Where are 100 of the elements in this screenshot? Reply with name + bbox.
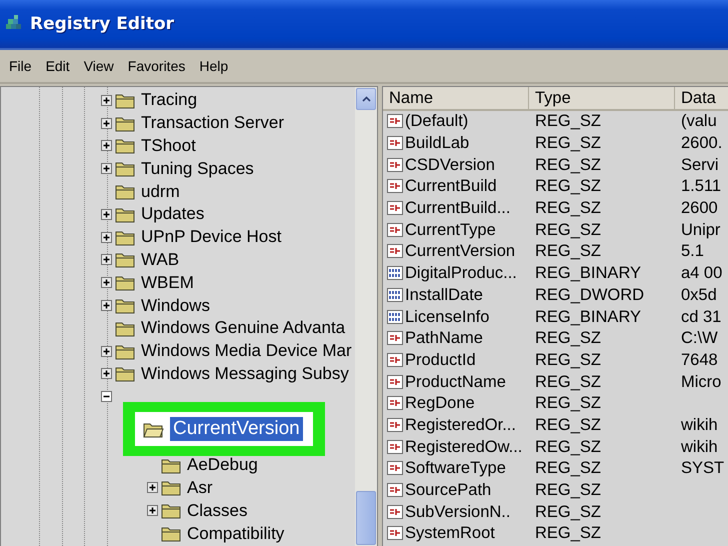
expand-icon[interactable] — [101, 300, 112, 312]
value-name[interactable]: CurrentBuild... — [405, 199, 510, 218]
tree-item[interactable]: WBEM — [140, 272, 195, 293]
tree-item[interactable]: Transaction Server — [140, 113, 285, 134]
string-value-icon — [386, 525, 404, 542]
value-name[interactable]: PathName — [405, 329, 483, 348]
value-name[interactable]: SoftwareType — [405, 459, 506, 478]
string-value-icon — [386, 352, 404, 369]
menu-item[interactable]: View — [76, 55, 121, 77]
value-type: REG_SZ — [535, 242, 602, 262]
expand-icon[interactable] — [101, 118, 112, 129]
value-type: REG_SZ — [535, 394, 602, 414]
string-value-icon — [386, 200, 404, 218]
expand-icon[interactable] — [101, 277, 112, 288]
menu-item[interactable]: Help — [192, 55, 236, 77]
column-header[interactable]: Name — [383, 87, 529, 111]
expand-icon[interactable] — [101, 140, 112, 152]
value-type: REG_SZ — [535, 156, 602, 175]
binary-value-icon — [386, 286, 404, 304]
menu-item[interactable]: Edit — [38, 55, 77, 77]
value-name[interactable]: (Default) — [405, 112, 468, 132]
expand-icon[interactable] — [101, 232, 112, 243]
value-type: REG_SZ — [535, 177, 602, 196]
tree-item[interactable]: Windows Messaging Subsy — [140, 364, 350, 384]
value-name[interactable]: ProductName — [405, 372, 506, 392]
value-type: REG_SZ — [535, 524, 602, 544]
value-name[interactable]: SourcePath — [405, 481, 492, 500]
value-name[interactable]: SystemRoot — [405, 524, 495, 544]
tree-item[interactable]: Asr — [186, 478, 214, 498]
tree-item[interactable]: Windows — [140, 296, 211, 316]
value-name[interactable]: RegDone — [405, 394, 475, 414]
value-name[interactable]: BuildLab — [405, 134, 470, 154]
tree-item[interactable]: TShoot — [140, 136, 197, 156]
expand-icon[interactable] — [101, 163, 112, 174]
folder-icon — [115, 274, 136, 292]
value-data: 7648 — [681, 350, 718, 370]
scroll-thumb[interactable] — [356, 491, 376, 545]
tree-item[interactable]: Tracing — [140, 90, 198, 110]
tree-item[interactable]: Tuning Spaces — [140, 158, 255, 179]
value-data: cd 31 — [681, 308, 722, 327]
column-header[interactable]: Type — [529, 87, 675, 111]
expand-icon[interactable] — [101, 346, 112, 357]
expand-icon[interactable] — [147, 505, 158, 516]
tree-item[interactable]: Windows Media Device Mar — [140, 341, 353, 362]
value-name[interactable]: SubVersionN.. — [405, 502, 510, 522]
expand-icon[interactable] — [101, 254, 112, 266]
folder-icon — [161, 502, 182, 520]
value-data: 2600 — [681, 199, 718, 218]
value-name[interactable]: CurrentBuild — [405, 177, 497, 196]
folder-icon — [115, 297, 136, 314]
tree-item[interactable]: WAB — [140, 250, 180, 270]
value-name[interactable]: CSDVersion — [405, 156, 495, 175]
expand-icon[interactable] — [147, 482, 158, 494]
value-type: REG_SZ — [535, 134, 602, 154]
expand-icon[interactable] — [101, 208, 112, 220]
tree-item[interactable]: Updates — [140, 204, 206, 224]
scroll-bar[interactable] — [355, 87, 377, 546]
binary-value-icon — [386, 308, 404, 326]
value-type: REG_SZ — [535, 502, 602, 522]
collapse-icon[interactable] — [101, 391, 112, 402]
string-value-icon — [386, 504, 404, 521]
value-data: 1.511 — [681, 177, 722, 196]
value-name[interactable]: DigitalProduc... — [405, 264, 517, 284]
value-name[interactable]: RegisteredOr... — [405, 416, 516, 435]
folder-icon — [115, 183, 136, 200]
folder-icon — [115, 365, 136, 382]
tree-item[interactable]: CurrentVersion — [170, 417, 303, 442]
folder-icon — [143, 420, 164, 438]
caret-icon — [362, 96, 370, 102]
value-type: REG_SZ — [535, 112, 602, 132]
folder-icon — [161, 525, 182, 542]
column-header[interactable]: Data — [675, 87, 728, 111]
folder-icon — [161, 479, 182, 496]
tree-item[interactable]: AeDebug — [186, 455, 259, 476]
tree-item[interactable]: Classes — [186, 500, 248, 521]
scroll-up-button[interactable] — [356, 88, 376, 110]
string-value-icon — [386, 395, 404, 412]
string-value-icon — [386, 374, 404, 391]
window-title: Registry Editor — [30, 14, 174, 34]
value-name[interactable]: RegisteredOw... — [405, 438, 522, 457]
string-value-icon — [386, 460, 404, 478]
menu-item[interactable]: Favorites — [120, 55, 192, 77]
tree-item[interactable]: Compatibility — [186, 524, 286, 544]
tree-item[interactable]: UPnP Device Host — [140, 227, 282, 248]
tree-item[interactable]: Windows Genuine Advanta — [140, 318, 346, 338]
menu-item[interactable]: File — [2, 55, 39, 77]
string-value-icon — [386, 222, 404, 239]
value-name[interactable]: CurrentVersion — [405, 242, 516, 262]
value-data: wikih — [681, 416, 718, 435]
value-name[interactable]: LicenseInfo — [405, 308, 490, 327]
value-name[interactable]: CurrentType — [405, 220, 496, 240]
expand-icon[interactable] — [101, 368, 112, 380]
tree-item[interactable]: udrm — [140, 182, 181, 202]
value-type: REG_SZ — [535, 481, 602, 500]
string-value-icon — [386, 330, 404, 348]
value-name[interactable]: InstallDate — [405, 286, 483, 305]
expand-icon[interactable] — [101, 94, 112, 106]
value-data: Unipr — [681, 220, 720, 240]
binary-value-icon — [386, 265, 404, 282]
value-name[interactable]: ProductId — [405, 350, 476, 370]
